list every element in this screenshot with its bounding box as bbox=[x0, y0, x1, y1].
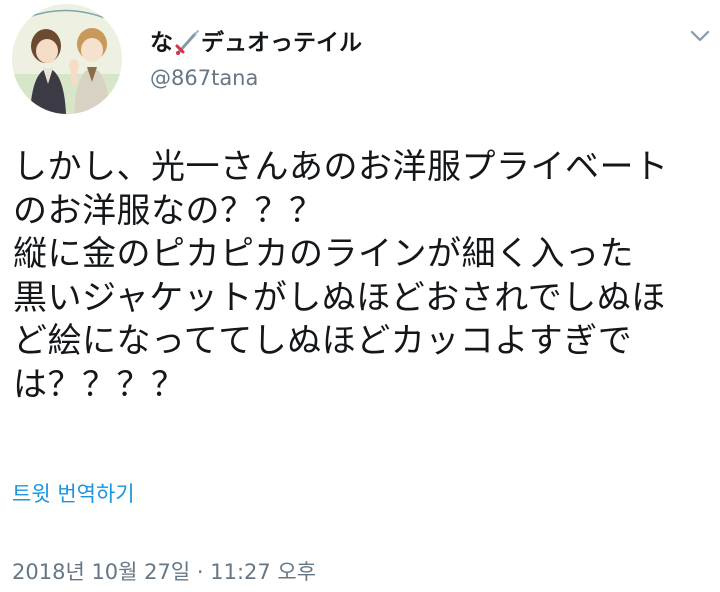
chevron-down-icon[interactable] bbox=[686, 24, 714, 48]
translate-tweet-link[interactable]: 트윗 번역하기 bbox=[12, 480, 135, 508]
tweet-timestamp[interactable]: 2018년 10월 27일 · 11:27 오후 bbox=[12, 558, 316, 586]
username[interactable]: @867tana bbox=[150, 64, 258, 92]
avatar[interactable] bbox=[12, 4, 122, 114]
display-name-suffix: デュオっテイル bbox=[201, 30, 362, 56]
display-name[interactable]: な デュオっテイル bbox=[150, 28, 362, 58]
sword-icon bbox=[174, 29, 200, 55]
avatar-illustration bbox=[12, 4, 122, 114]
display-name-prefix: な bbox=[150, 30, 173, 56]
tweet-text: しかし、光一さんあのお洋服プライベート のお洋服なの？？？ 縦に金のピカピカのラ… bbox=[13, 147, 669, 405]
